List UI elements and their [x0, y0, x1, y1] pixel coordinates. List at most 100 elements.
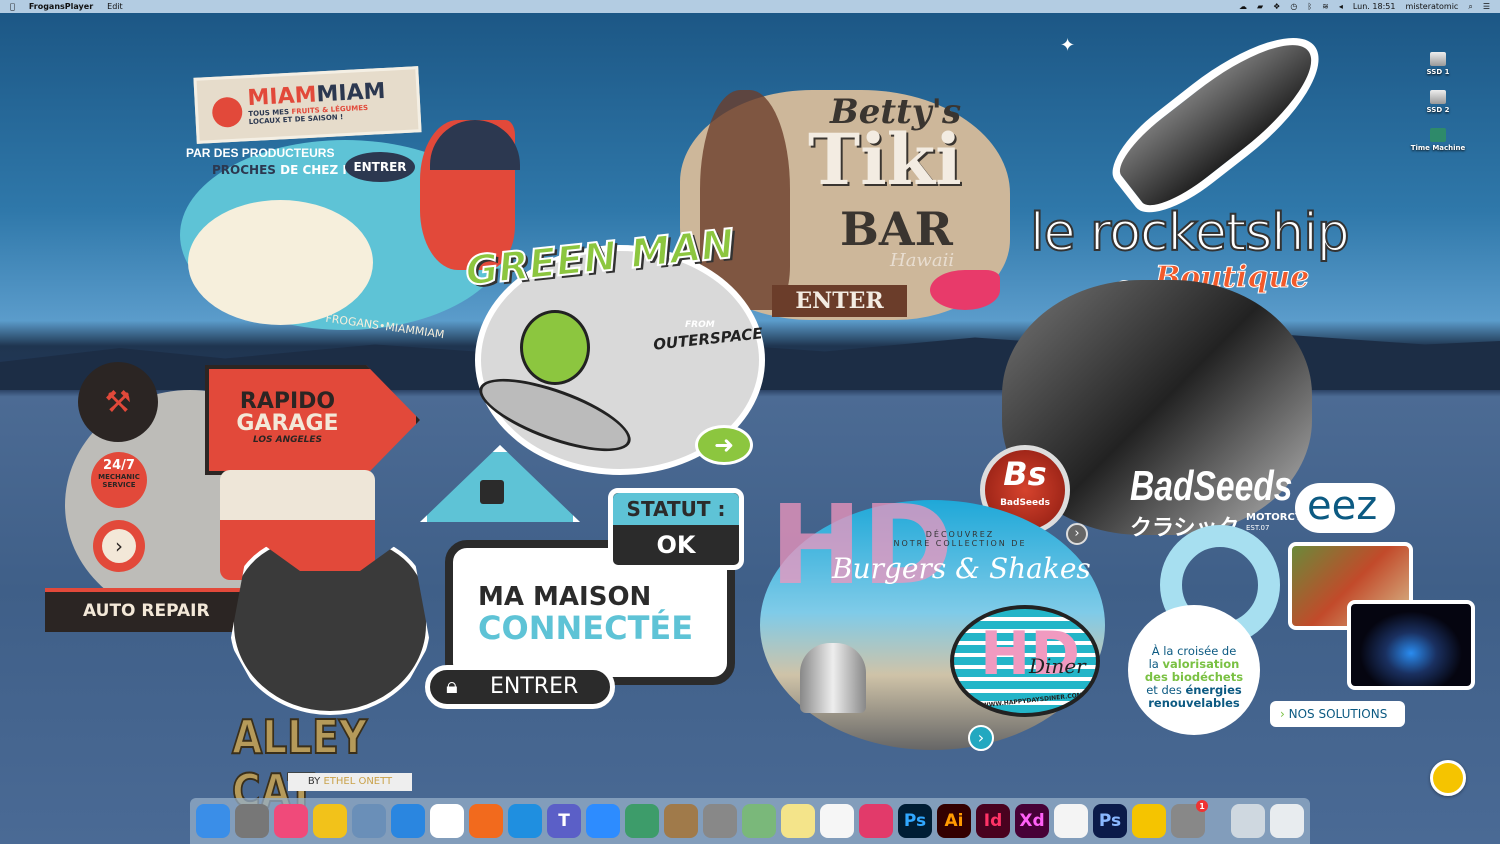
- dock-frogans-icon[interactable]: [1132, 804, 1166, 838]
- rapido-sign: RAPIDO GARAGE LOS ANGELES: [205, 365, 420, 475]
- dock-calculator-icon[interactable]: [703, 804, 737, 838]
- alien-illustration: [520, 310, 590, 385]
- eez-text: valorisation: [1162, 657, 1240, 671]
- eez-text-bubble: À la croisée de la valorisation des biod…: [1128, 605, 1260, 735]
- enter-button[interactable]: ENTER: [772, 285, 907, 317]
- star-icon: ✦: [1060, 35, 1076, 56]
- city-label: LOS ANGELES: [252, 435, 323, 445]
- notification-badge: 1: [1196, 800, 1208, 812]
- nos-solutions-button[interactable]: › NOS SOLUTIONS: [1270, 701, 1405, 727]
- bubble-text-2a: PROCHES: [212, 163, 276, 177]
- rocketship-sticker[interactable]: ✦ le rocketship Boutique Café ›: [1029, 10, 1370, 331]
- title-garage: GARAGE: [236, 411, 339, 436]
- rocketship-title: le rocketship: [1029, 202, 1351, 264]
- apple-menu-icon[interactable]: : [10, 2, 15, 11]
- dropbox-icon[interactable]: ❖: [1273, 2, 1280, 11]
- notification-icon[interactable]: ▰: [1257, 2, 1263, 11]
- badge-service: SERVICE: [102, 481, 136, 489]
- icon-label: SSD 2: [1426, 106, 1450, 114]
- miammiam-logo: MIAMMIAM TOUS MES FRUITS & LÉGUMES LOCAU…: [193, 66, 422, 144]
- eez-text: renouvelables: [1148, 696, 1240, 710]
- alley-cat-sticker[interactable]: ALLEY CAT BY ETHEL ONETT: [190, 530, 470, 819]
- eez-text: et des: [1146, 683, 1186, 697]
- next-button[interactable]: ›: [93, 520, 145, 572]
- volume-icon[interactable]: ◂: [1339, 2, 1343, 11]
- tools-icon: ⚒: [78, 362, 158, 442]
- dock-mail-icon[interactable]: [352, 804, 386, 838]
- bar-title: BAR: [840, 202, 953, 256]
- chevron-right-icon: ›: [102, 529, 136, 563]
- dock-safari-icon[interactable]: [391, 804, 425, 838]
- button-label: NOS SOLUTIONS: [1288, 707, 1388, 721]
- menu-bar:  FrogansPlayer Edit ☁ ▰ ❖ ◷ ᛒ ≋ ◂ Lun. …: [0, 0, 1500, 13]
- dock-atom-icon[interactable]: [625, 804, 659, 838]
- window-icon: [480, 480, 504, 504]
- brand-b: MIAM: [315, 78, 387, 108]
- title-line-2: CONNECTÉE: [478, 609, 694, 647]
- dock-maps-icon[interactable]: [742, 804, 776, 838]
- drive-icon: [1430, 90, 1446, 104]
- hd-diner-logo: HD Diner WWW.HAPPYDAYSDINER.COM: [950, 605, 1100, 717]
- dock-xd-icon[interactable]: Xd: [1015, 804, 1049, 838]
- eez-text: la: [1148, 657, 1163, 671]
- dock-zoom-icon[interactable]: [586, 804, 620, 838]
- status-badge: STATUT : OK: [608, 488, 744, 570]
- dock-vscode-icon[interactable]: [508, 804, 542, 838]
- eez-logo: eez: [1295, 483, 1395, 533]
- bluetooth-icon[interactable]: ᛒ: [1307, 2, 1312, 11]
- desktop-icon-ssd1[interactable]: SSD 1: [1413, 52, 1463, 76]
- tiki-title: Tiki: [808, 118, 962, 201]
- dock-xcode-doc-icon[interactable]: [1231, 804, 1265, 838]
- dock-acrobat-icon[interactable]: [1054, 804, 1088, 838]
- dock-illustrator-icon[interactable]: Ai: [937, 804, 971, 838]
- menu-edit[interactable]: Edit: [107, 2, 123, 11]
- hd-diner-sticker[interactable]: HD DÉCOUVREZ NOTRE COLLECTION DE Burgers …: [760, 490, 1120, 752]
- badge-mechanic: MECHANIC: [98, 473, 140, 481]
- badge-247: 24/7: [103, 458, 135, 473]
- dock-photoshop-icon[interactable]: Ps: [898, 804, 932, 838]
- dock-reminders-icon[interactable]: [820, 804, 854, 838]
- search-icon[interactable]: ⌕: [1468, 2, 1472, 12]
- clock[interactable]: Lun. 18:51: [1353, 2, 1396, 11]
- drive-icon: [1430, 52, 1446, 66]
- list-icon[interactable]: ☰: [1483, 2, 1490, 11]
- bubble-text-1: PAR DES PRODUCTEURS: [186, 146, 335, 160]
- dock-music-icon[interactable]: [274, 804, 308, 838]
- dock-launchpad-icon[interactable]: [235, 804, 269, 838]
- dock-system-preferences-icon[interactable]: 1: [1171, 800, 1208, 838]
- icon-label: Time Machine: [1410, 144, 1466, 152]
- dock-teams-icon[interactable]: T: [547, 804, 581, 838]
- dock-creative-cloud-icon[interactable]: [859, 804, 893, 838]
- dock-finder-icon[interactable]: [196, 804, 230, 838]
- app-menu[interactable]: FrogansPlayer: [29, 2, 93, 11]
- dock-contacts-icon[interactable]: [664, 804, 698, 838]
- cat-illustration: [230, 535, 430, 715]
- frogans-icon[interactable]: [1430, 760, 1466, 796]
- wifi-icon[interactable]: ≋: [1322, 2, 1329, 11]
- collection-caption: DÉCOUVREZ NOTRE COLLECTION DE: [893, 530, 1027, 548]
- enter-button[interactable]: ENTRER: [345, 152, 415, 182]
- dock-firefox-icon[interactable]: [469, 804, 503, 838]
- user-menu[interactable]: misteratomic: [1405, 2, 1458, 11]
- apple-icon: [211, 96, 244, 128]
- dock-chrome-icon[interactable]: [430, 804, 464, 838]
- burgers-shakes-title: Burgers & Shakes: [832, 552, 1091, 585]
- next-button[interactable]: ›: [968, 725, 994, 751]
- creative-cloud-icon[interactable]: ☁: [1239, 2, 1247, 11]
- time-machine-icon[interactable]: ◷: [1290, 2, 1297, 11]
- gas-flame-photo: [1347, 600, 1475, 690]
- from-label: FROM: [685, 320, 715, 330]
- veg-bubble: [188, 200, 373, 325]
- dock-photoshop-2-icon[interactable]: Ps: [1093, 804, 1127, 838]
- eez-sticker[interactable]: eez À la croisée de la valorisation des …: [1120, 480, 1480, 740]
- dock-cyberduck-icon[interactable]: [313, 804, 347, 838]
- dock-trash-icon[interactable]: [1270, 804, 1304, 838]
- green-man-sticker[interactable]: GREEN MAN FROM OUTERSPACE ➜: [455, 220, 765, 475]
- title-line-1: MA MAISON: [478, 582, 652, 612]
- dock-notes-icon[interactable]: [781, 804, 815, 838]
- dock-indesign-icon[interactable]: Id: [976, 804, 1010, 838]
- desktop-icon-ssd2[interactable]: SSD 2: [1413, 90, 1463, 114]
- dock: T Ps Ai Id Xd Ps 1: [190, 798, 1310, 844]
- eez-text: énergies: [1185, 683, 1242, 697]
- desktop-icon-time-machine[interactable]: Time Machine: [1405, 128, 1471, 152]
